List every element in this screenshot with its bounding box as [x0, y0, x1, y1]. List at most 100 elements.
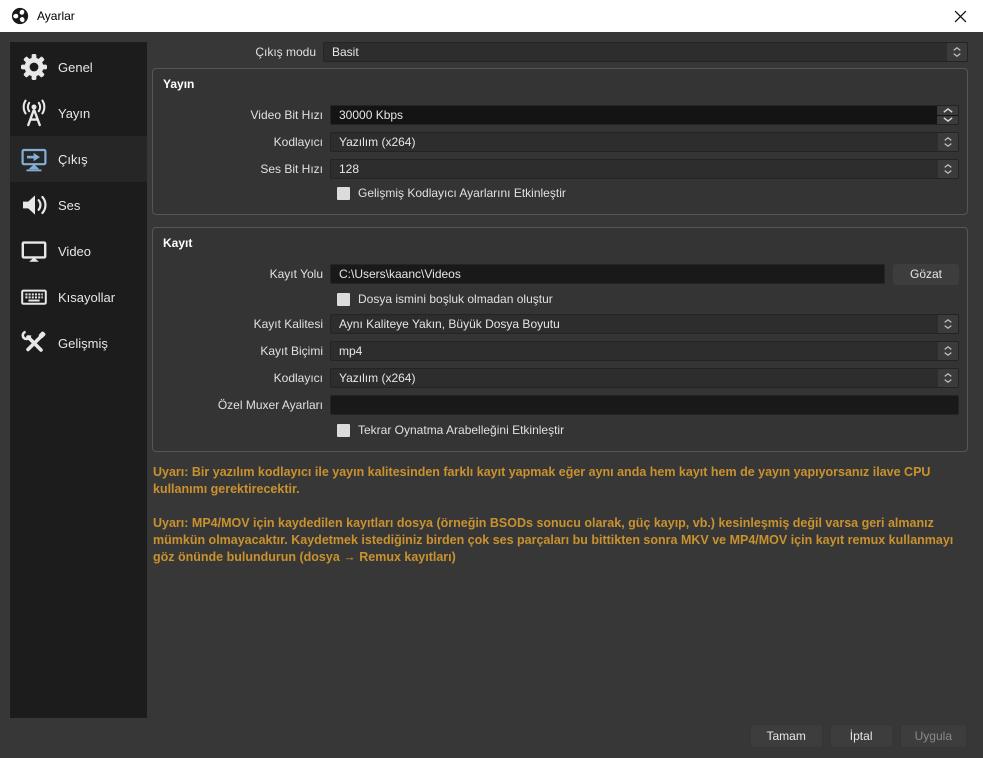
audio-icon: [19, 190, 49, 220]
chevron-down-icon: [953, 53, 961, 57]
chevron-down-icon: [944, 352, 952, 356]
recording-format-label: Kayıt Biçimi: [260, 344, 323, 358]
output-icon: [19, 144, 49, 174]
recording-group-title: Kayıt: [163, 236, 193, 250]
stream-encoder-label: Kodlayıcı: [273, 135, 323, 149]
close-icon: [954, 10, 967, 23]
recording-encoder-label: Kodlayıcı: [273, 371, 323, 385]
sidebar-item-label: Ses: [58, 197, 81, 213]
output-mode-spinner[interactable]: [947, 43, 967, 61]
recording-encoder-select[interactable]: Yazılım (x264): [330, 368, 959, 388]
chevron-up-icon: [953, 47, 961, 51]
sidebar-item-video[interactable]: Video: [10, 228, 147, 274]
audio-bitrate-select[interactable]: 128: [330, 159, 959, 179]
titlebar: Ayarlar: [0, 0, 983, 32]
recording-path-label: Kayıt Yolu: [269, 267, 323, 281]
gear-icon: [19, 52, 49, 82]
output-mode-label: Çıkış modu: [255, 45, 316, 59]
ok-button[interactable]: Tamam: [750, 725, 822, 747]
chevron-down-icon: [944, 325, 952, 329]
keyboard-icon: [19, 282, 49, 312]
advanced-encoder-checkbox-label: Gelişmiş Kodlayıcı Ayarlarını Etkinleşti…: [358, 186, 566, 200]
warnings-area: Uyarı: Bir yazılım kodlayıcı ile yayın k…: [152, 464, 968, 565]
apply-button[interactable]: Uygula: [900, 725, 966, 747]
replay-buffer-checkbox-label: Tekrar Oynatma Arabelleğini Etkinleştir: [358, 423, 565, 437]
no-space-checkbox-label: Dosya ismini boşluk olmadan oluştur: [358, 292, 553, 306]
chevron-up-icon: [944, 373, 952, 377]
sidebar: Genel Yayın Çıkış Ses Video Kısayollar G…: [10, 42, 147, 718]
stream-encoder-value: Yazılım (x264): [339, 135, 416, 149]
no-space-checkbox[interactable]: [337, 292, 350, 306]
streaming-group-title: Yayın: [163, 77, 195, 91]
video-bitrate-row: Video Bit Hızı 30000 Kbps: [162, 105, 959, 125]
chevron-down-icon: [944, 143, 952, 147]
stream-encoder-row: Kodlayıcı Yazılım (x264): [162, 132, 959, 152]
obs-logo-icon: [11, 7, 29, 25]
sidebar-item-general[interactable]: Genel: [10, 44, 147, 90]
chevron-up-icon: [944, 319, 952, 323]
advanced-encoder-checkbox[interactable]: [337, 186, 350, 200]
audio-bitrate-spinner[interactable]: [938, 160, 958, 178]
replay-buffer-checkbox-row: Tekrar Oynatma Arabelleğini Etkinleştir: [337, 423, 959, 437]
output-mode-select[interactable]: Basit: [323, 42, 968, 62]
recording-encoder-value: Yazılım (x264): [339, 371, 416, 385]
no-space-checkbox-row: Dosya ismini boşluk olmadan oluştur: [337, 292, 959, 306]
advanced-encoder-checkbox-row: Gelişmiş Kodlayıcı Ayarlarını Etkinleşti…: [337, 186, 959, 200]
chevron-up-icon: [944, 164, 952, 168]
warning-cpu: Uyarı: Bir yazılım kodlayıcı ile yayın k…: [153, 465, 931, 496]
muxer-settings-input[interactable]: [330, 395, 959, 415]
recording-format-select[interactable]: mp4: [330, 341, 959, 361]
recording-quality-row: Kayıt Kalitesi Aynı Kaliteye Yakın, Büyü…: [162, 314, 959, 334]
sidebar-item-hotkeys[interactable]: Kısayollar: [10, 274, 147, 320]
output-settings-panel: Çıkış modu Basit Yayın Video Bit Hızı 30…: [152, 42, 968, 582]
window-title: Ayarlar: [37, 9, 75, 23]
chevron-up-icon: [944, 137, 952, 141]
dialog-body: Genel Yayın Çıkış Ses Video Kısayollar G…: [0, 32, 983, 758]
replay-buffer-checkbox[interactable]: [337, 423, 350, 437]
streaming-group: Yayın Video Bit Hızı 30000 Kbps Kodlayıc…: [152, 68, 968, 215]
sidebar-item-advanced[interactable]: Gelişmiş: [10, 320, 147, 366]
recording-group: Kayıt Kayıt Yolu Gözat Dosya ismini boşl…: [152, 227, 968, 452]
audio-bitrate-label: Ses Bit Hızı: [260, 162, 323, 176]
recording-encoder-spinner[interactable]: [938, 369, 958, 387]
recording-format-value: mp4: [339, 344, 363, 358]
chevron-down-icon: [944, 170, 952, 174]
muxer-settings-row: Özel Muxer Ayarları: [162, 395, 959, 415]
cancel-button[interactable]: İptal: [830, 725, 892, 747]
output-mode-row: Çıkış modu Basit: [152, 42, 968, 62]
sidebar-item-label: Çıkış: [58, 151, 88, 167]
output-mode-value: Basit: [332, 45, 359, 59]
sidebar-item-label: Kısayollar: [58, 289, 116, 305]
recording-path-input[interactable]: [330, 264, 885, 284]
video-bitrate-spinner: [937, 106, 958, 124]
video-bitrate-input[interactable]: 30000 Kbps: [330, 105, 959, 125]
browse-button[interactable]: Gözat: [893, 263, 959, 285]
warning-mp4: Uyarı: MP4/MOV için kaydedilen kayıtları…: [153, 515, 954, 564]
audio-bitrate-value: 128: [339, 162, 360, 176]
sidebar-item-label: Genel: [58, 59, 93, 75]
broadcast-icon: [19, 98, 49, 128]
recording-quality-value: Aynı Kaliteye Yakın, Büyük Dosya Boyutu: [339, 317, 560, 331]
recording-quality-label: Kayıt Kalitesi: [253, 317, 323, 331]
recording-quality-select[interactable]: Aynı Kaliteye Yakın, Büyük Dosya Boyutu: [330, 314, 959, 334]
close-button[interactable]: [937, 0, 983, 32]
sidebar-item-output[interactable]: Çıkış: [10, 136, 147, 182]
spin-up-button[interactable]: [937, 106, 958, 115]
chevron-up-icon: [944, 346, 952, 350]
recording-path-row: Kayıt Yolu Gözat: [162, 263, 959, 285]
stream-encoder-spinner[interactable]: [938, 133, 958, 151]
dialog-buttons: Tamam İptal Uygula: [750, 725, 966, 747]
sidebar-item-label: Video: [58, 243, 92, 259]
stream-encoder-select[interactable]: Yazılım (x264): [330, 132, 959, 152]
video-bitrate-value: 30000 Kbps: [339, 108, 404, 122]
recording-format-spinner[interactable]: [938, 342, 958, 360]
recording-format-row: Kayıt Biçimi mp4: [162, 341, 959, 361]
spin-down-button[interactable]: [937, 115, 958, 124]
sidebar-item-stream[interactable]: Yayın: [10, 90, 147, 136]
recording-encoder-row: Kodlayıcı Yazılım (x264): [162, 368, 959, 388]
sidebar-item-audio[interactable]: Ses: [10, 182, 147, 228]
video-icon: [19, 236, 49, 266]
sidebar-item-label: Yayın: [58, 105, 91, 121]
recording-quality-spinner[interactable]: [938, 315, 958, 333]
muxer-settings-label: Özel Muxer Ayarları: [217, 398, 323, 412]
